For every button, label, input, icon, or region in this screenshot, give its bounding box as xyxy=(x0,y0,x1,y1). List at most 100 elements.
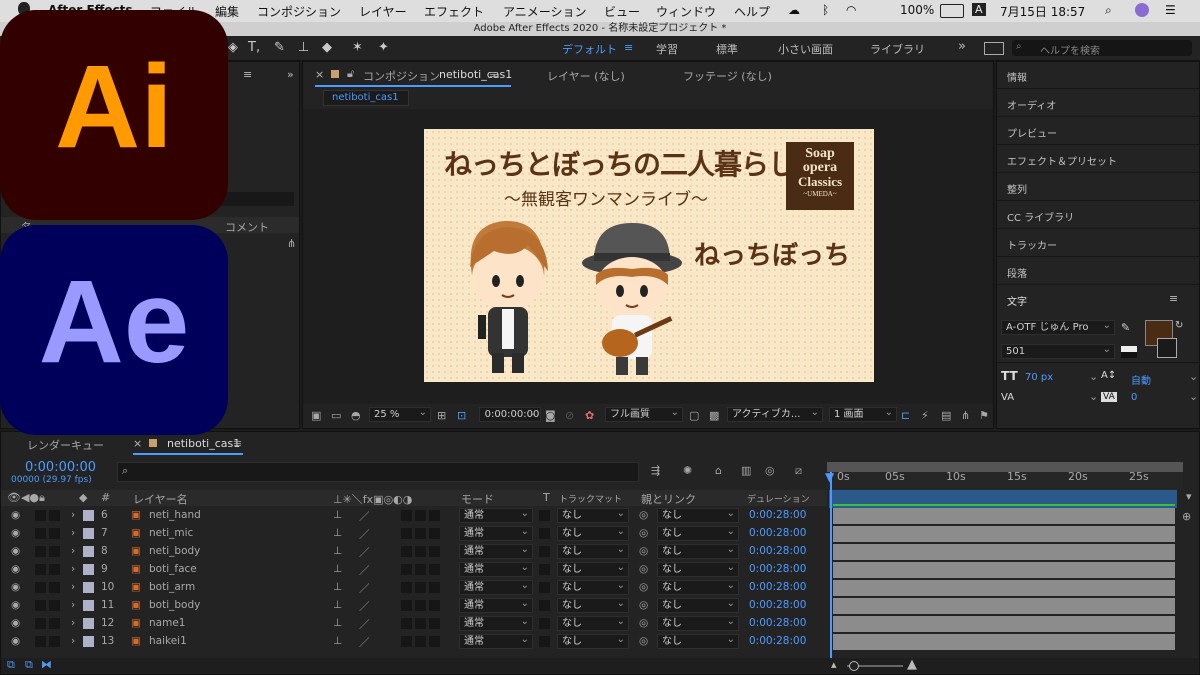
shy-switch-icon[interactable]: ⊥ xyxy=(333,545,342,557)
motion-blur-icon[interactable]: ◎ xyxy=(765,464,775,477)
pick-whip-icon[interactable]: ◎ xyxy=(639,527,648,539)
pick-whip-icon[interactable]: ◎ xyxy=(639,509,648,521)
tab-layer[interactable]: レイヤー (なし) xyxy=(547,68,625,84)
blend-mode-dropdown[interactable]: 通常 xyxy=(459,507,533,523)
chevron-right-icon[interactable]: › xyxy=(71,599,75,611)
track-matte-dropdown[interactable]: なし xyxy=(557,579,629,595)
lock-switch[interactable] xyxy=(49,510,60,521)
layer-duration[interactable]: 0:00:28:00 xyxy=(749,563,806,575)
panel-effects-presets[interactable]: エフェクト＆プリセット xyxy=(1007,153,1117,168)
pixel-aspect-icon[interactable]: ⊏ xyxy=(901,409,910,422)
spotlight-icon[interactable]: ⌕ xyxy=(1105,3,1112,18)
layer-name[interactable]: boti_face xyxy=(149,563,197,575)
flowchart-icon[interactable]: ⋔ xyxy=(961,409,970,422)
font-size-value[interactable]: 70 px xyxy=(1025,372,1053,383)
layer-name[interactable]: name1 xyxy=(149,617,185,629)
timeline-search-field[interactable]: ⌕ xyxy=(117,462,639,482)
panel-menu-icon[interactable]: ≡ xyxy=(243,68,252,81)
switch-cell[interactable] xyxy=(401,528,412,539)
workspace-default[interactable]: デフォルト xyxy=(562,41,617,57)
snapshot-camera-icon[interactable]: ◙ xyxy=(545,409,556,422)
switch-cell[interactable] xyxy=(415,510,426,521)
comp-navigator-tab[interactable]: netiboti_cas1 xyxy=(323,90,409,106)
graph-editor-icon[interactable]: ⧄ xyxy=(795,464,802,478)
quality-switch-icon[interactable]: ／ xyxy=(359,527,370,542)
quality-switch-icon[interactable]: ／ xyxy=(359,599,370,614)
parent-dropdown[interactable]: なし xyxy=(657,633,739,649)
chevron-right-icon[interactable]: › xyxy=(71,563,75,575)
magnification-dropdown[interactable]: 25 % xyxy=(369,406,431,422)
layer-name[interactable]: neti_body xyxy=(149,545,200,557)
workspace-standard[interactable]: 標準 xyxy=(716,41,738,57)
switch-cell[interactable] xyxy=(401,546,412,557)
comp-canvas[interactable]: ねっちとぼっちの二人暮らし 〜無観客ワンマンライブ〜 Soap opera Cl… xyxy=(424,129,874,382)
font-style-dropdown[interactable]: 501 xyxy=(1001,343,1115,359)
layer-row[interactable]: ◉ › 8 ▣ neti_body ⊥ ／ 通常 なし ◎ なし 0:00:28:00 xyxy=(1,543,1200,561)
layer-row[interactable]: ◉ › 11 ▣ boti_body ⊥ ／ 通常 なし ◎ なし 0:00:28:00 xyxy=(1,597,1200,615)
tab-timeline-comp[interactable]: netiboti_cas1 xyxy=(167,437,240,450)
menu-help[interactable]: ヘルプ xyxy=(734,3,770,20)
layer-duration-bar[interactable] xyxy=(833,562,1175,578)
toggle-transparency-icon[interactable]: ▩ xyxy=(709,409,719,422)
layer-row[interactable]: ◉ › 7 ▣ neti_mic ⊥ ／ 通常 なし ◎ なし 0:00:28:00 xyxy=(1,525,1200,543)
frame-blending-icon[interactable]: ▥ xyxy=(741,464,751,477)
blend-mode-dropdown[interactable]: 通常 xyxy=(459,543,533,559)
track-matte-dropdown[interactable]: なし xyxy=(557,543,629,559)
view-layout-dropdown[interactable]: 1 画面 xyxy=(829,406,897,422)
parent-dropdown[interactable]: なし xyxy=(657,579,739,595)
chevron-down-icon[interactable]: ⌄ xyxy=(1189,370,1198,383)
chevron-down-icon[interactable]: ⌄ xyxy=(1089,370,1098,383)
parent-dropdown[interactable]: なし xyxy=(657,525,739,541)
chevron-down-icon[interactable]: ⌄ xyxy=(1089,390,1098,403)
mask-visibility-icon[interactable]: ◓ xyxy=(351,409,361,422)
lock-switch[interactable] xyxy=(49,618,60,629)
layer-label-color[interactable] xyxy=(83,510,94,521)
layer-duration-bar[interactable] xyxy=(833,508,1175,524)
switch-cell[interactable] xyxy=(429,510,440,521)
quality-switch-icon[interactable]: ／ xyxy=(359,563,370,578)
close-tab-icon[interactable]: × xyxy=(133,437,142,450)
layer-label-color[interactable] xyxy=(83,600,94,611)
shy-switch-icon[interactable]: ⊥ xyxy=(333,563,342,575)
parent-dropdown[interactable]: なし xyxy=(657,561,739,577)
panel-info[interactable]: 情報 xyxy=(1007,69,1027,84)
layer-label-color[interactable] xyxy=(83,528,94,539)
chevron-right-icon[interactable]: › xyxy=(71,509,75,521)
type-tool-icon[interactable]: T, xyxy=(248,40,260,55)
switch-cell[interactable] xyxy=(415,546,426,557)
eye-icon[interactable]: ◉ xyxy=(11,527,20,539)
layer-duration[interactable]: 0:00:28:00 xyxy=(749,509,806,521)
layer-label-color[interactable] xyxy=(83,564,94,575)
layer-duration-bar[interactable] xyxy=(833,634,1175,650)
layer-duration[interactable]: 0:00:28:00 xyxy=(749,617,806,629)
layer-row[interactable]: ◉ › 10 ▣ boti_arm ⊥ ／ 通常 なし ◎ なし 0:00:28:00 xyxy=(1,579,1200,597)
header-layer-name[interactable]: レイヤー名 xyxy=(133,491,188,507)
transparency-grid-icon[interactable]: ⊡ xyxy=(457,409,466,422)
puppet-pin-tool-icon[interactable]: ✦ xyxy=(378,40,389,55)
resolution-dropdown[interactable]: フル画質 xyxy=(605,406,683,422)
chevron-right-icon[interactable]: › xyxy=(71,617,75,629)
always-preview-icon[interactable]: ▣ xyxy=(311,409,321,422)
panel-tracker[interactable]: トラッカー xyxy=(1007,237,1057,252)
layer-duration[interactable]: 0:00:28:00 xyxy=(749,599,806,611)
lock-switch[interactable] xyxy=(49,528,60,539)
region-of-interest-icon[interactable]: ▢ xyxy=(689,409,699,422)
switch-cell[interactable] xyxy=(401,636,412,647)
pick-whip-icon[interactable]: ◎ xyxy=(639,545,648,557)
layer-label-color[interactable] xyxy=(83,582,94,593)
solo-switch[interactable] xyxy=(35,618,46,629)
current-time-field[interactable]: 0:00:00:00 xyxy=(479,406,541,422)
close-tab-icon[interactable]: × xyxy=(315,68,324,81)
layer-duration[interactable]: 0:00:28:00 xyxy=(749,581,806,593)
preserve-transparency[interactable] xyxy=(539,618,550,629)
tracking-value[interactable]: 0 xyxy=(1131,392,1137,403)
switch-cell[interactable] xyxy=(401,510,412,521)
switch-cell[interactable] xyxy=(429,528,440,539)
eye-icon[interactable]: ◉ xyxy=(11,635,20,647)
tab-composition-name[interactable]: netiboti_cas1 xyxy=(439,68,512,81)
pick-whip-icon[interactable]: ◎ xyxy=(639,599,648,611)
parent-dropdown[interactable]: なし xyxy=(657,615,739,631)
layer-switches-toggle-icon[interactable]: ⧉ xyxy=(7,658,15,672)
solo-switch[interactable] xyxy=(35,510,46,521)
wifi-icon[interactable]: ◠ xyxy=(846,3,856,17)
